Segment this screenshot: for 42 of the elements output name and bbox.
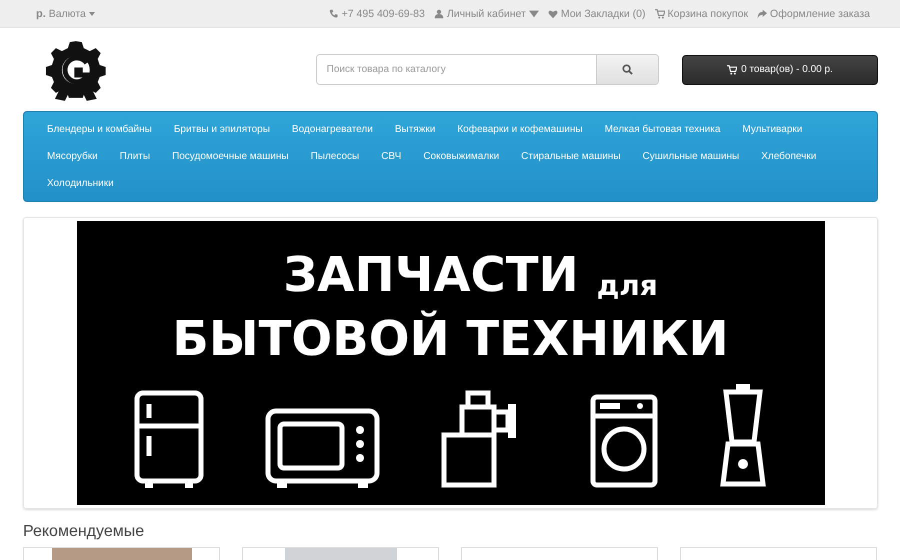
phone-link[interactable]: +7 495 409-69-83 bbox=[342, 8, 425, 20]
account-link[interactable]: Личный кабинет bbox=[446, 8, 526, 20]
cart-button[interactable]: 0 товар(ов) - 0.00 р. bbox=[682, 54, 878, 84]
menu-item[interactable]: Вытяжки bbox=[384, 116, 446, 143]
menu-item[interactable]: Водонагреватели bbox=[280, 116, 384, 143]
fridge-icon bbox=[133, 390, 205, 490]
wishlist-link[interactable]: Мои Закладки (0) bbox=[560, 8, 646, 20]
currency-dropdown[interactable]: р. Валюта bbox=[36, 8, 86, 20]
menu-item[interactable]: Бритвы и эпиляторы bbox=[162, 116, 281, 143]
banner-title: БЫТОВОЙ ТЕХНИКИ bbox=[172, 310, 729, 368]
search-button[interactable] bbox=[596, 55, 658, 84]
search-field[interactable]: Поиск товара по каталогу bbox=[316, 54, 659, 85]
menu-item[interactable]: Кофеварки и кофемашины bbox=[446, 116, 594, 143]
menu-item[interactable]: Мультиварки bbox=[731, 116, 814, 143]
phone-icon bbox=[328, 8, 339, 18]
microwave-icon bbox=[265, 408, 380, 490]
banner-subtitle: для bbox=[596, 268, 658, 304]
section-heading: Рекомендуемые bbox=[23, 523, 146, 541]
washing-machine-icon bbox=[590, 394, 658, 490]
menu-item[interactable]: Холодильники bbox=[36, 170, 125, 197]
menu-item[interactable]: СВЧ bbox=[370, 143, 412, 170]
menu-item[interactable]: Посудомоечные машины bbox=[161, 143, 300, 170]
caret-icon bbox=[528, 8, 539, 18]
search-icon bbox=[622, 64, 633, 75]
menu-item[interactable]: Хлебопечки bbox=[750, 143, 828, 170]
banner-title: ЗАПЧАСТИ bbox=[283, 247, 579, 305]
cart-icon bbox=[654, 8, 665, 18]
menu-item[interactable]: Мелкая бытовая техника bbox=[594, 116, 732, 143]
checkout-icon bbox=[757, 8, 768, 18]
checkout-link[interactable]: Оформление заказа bbox=[770, 8, 870, 20]
menu-item[interactable]: Блендеры и комбайны bbox=[36, 116, 163, 143]
account-icon bbox=[434, 8, 444, 18]
menu-item[interactable]: Пылесосы bbox=[300, 143, 370, 170]
caret-icon bbox=[88, 12, 95, 16]
cart-link[interactable]: Корзина покупок bbox=[668, 8, 748, 20]
menu-item[interactable]: Мясорубки bbox=[36, 143, 109, 170]
wishlist-icon bbox=[548, 8, 558, 18]
menu-item[interactable]: Стиральные машины bbox=[510, 143, 632, 170]
menu-item[interactable]: Плиты bbox=[108, 143, 162, 170]
menu-item[interactable]: Соковыжималки bbox=[412, 143, 510, 170]
cart-icon bbox=[727, 64, 738, 74]
menu-item[interactable]: Сушильные машины bbox=[632, 143, 750, 170]
